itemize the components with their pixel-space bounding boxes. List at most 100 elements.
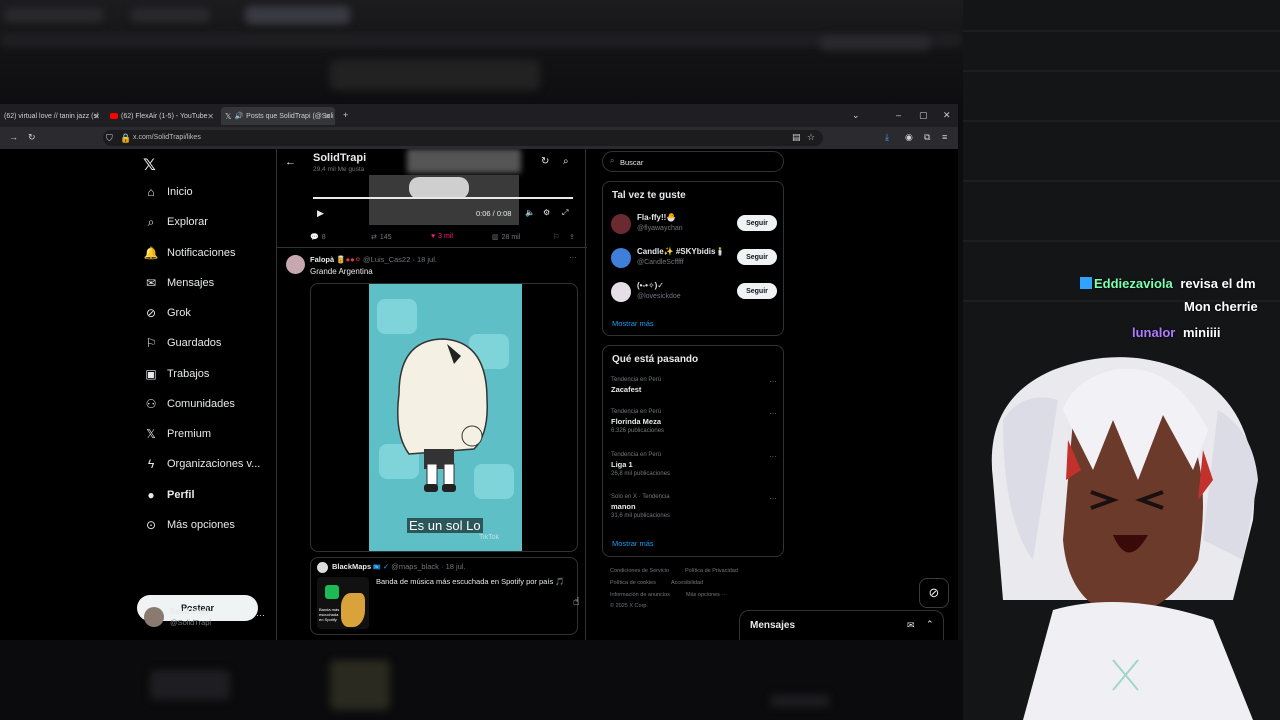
- chat-message: Mon cherrie: [1184, 299, 1258, 314]
- x-logo-icon[interactable]: 𝕏: [143, 155, 156, 175]
- fullscreen-icon[interactable]: ⤢: [562, 208, 568, 218]
- video-time: 0:06 / 0:08: [476, 209, 512, 218]
- more-icon[interactable]: ···: [256, 610, 265, 620]
- follow-button[interactable]: Seguir: [737, 215, 777, 231]
- repost-button[interactable]: ⇄ 145: [371, 233, 392, 242]
- volume-icon[interactable]: 🔈: [525, 208, 535, 217]
- suggestion-row[interactable]: Fla-ffy!!🐣 @flyawaychan Seguir: [611, 212, 777, 238]
- post-header: Falopà 🥫●●⚪ @Luis_Cas22 · 18 jul.: [310, 255, 437, 264]
- footer-link[interactable]: Información de anuncios: [610, 592, 670, 598]
- close-icon[interactable]: ✕: [93, 112, 100, 121]
- url-input[interactable]: ⛉ 🔒 x.com/SolidTrapi/likes: [103, 130, 823, 146]
- sidebar-item-guardados[interactable]: ⚐ Guardados: [143, 333, 222, 353]
- suggestion-row[interactable]: (•-•✧)✓ @lovesickdoe Seguir: [611, 280, 777, 306]
- compose-message-icon[interactable]: ✉: [907, 620, 915, 631]
- post-author[interactable]: Falopà: [310, 255, 334, 264]
- footer-link[interactable]: Política de Privacidad: [685, 568, 738, 574]
- bookmark-button[interactable]: ⚐: [553, 233, 559, 241]
- back-arrow-icon[interactable]: ←: [285, 156, 296, 168]
- refresh-icon[interactable]: ↻: [541, 156, 549, 167]
- trend-item[interactable]: Tendencia en Perú Liga 1 26,8 mil public…: [611, 452, 777, 477]
- expand-up-icon[interactable]: ⌃: [926, 619, 934, 630]
- more-icon[interactable]: ···: [769, 377, 777, 386]
- reply-icon: 💬: [310, 234, 319, 241]
- avatar: [317, 562, 328, 573]
- account-icon[interactable]: ◉: [905, 133, 913, 142]
- footer-link[interactable]: Accesibilidad: [671, 580, 703, 586]
- sidebar-item-label: Grok: [167, 307, 191, 319]
- more-icon[interactable]: ···: [769, 452, 777, 461]
- show-more-link[interactable]: Mostrar más: [612, 319, 654, 328]
- views-button[interactable]: ▥ 28 mil: [492, 233, 520, 242]
- play-icon[interactable]: ▶: [317, 208, 324, 219]
- footer-link[interactable]: Más opciones ···: [686, 592, 727, 598]
- grok-floating-button[interactable]: ⊘: [919, 578, 949, 608]
- reader-icon[interactable]: ▤: [792, 133, 801, 142]
- sidebar-item-mas-opciones[interactable]: ⊙ Más opciones: [143, 515, 235, 535]
- show-more-link[interactable]: Mostrar más: [612, 539, 654, 548]
- sidebar-item-notificaciones[interactable]: 🔔 Notificaciones: [143, 243, 236, 263]
- search-icon[interactable]: ⌕: [563, 156, 569, 167]
- sidebar-item-grok[interactable]: ⊘ Grok: [143, 303, 191, 323]
- settings-gear-icon[interactable]: ⚙: [543, 208, 550, 217]
- chat-line: Mon cherrie: [1184, 299, 1258, 314]
- tab-youtube-2[interactable]: (62) FlexAir (1-5) - YouTube ✕: [106, 107, 218, 125]
- sidebar-item-premium[interactable]: 𝕏 Premium: [143, 424, 211, 444]
- card-title: Tal vez te guste: [612, 190, 686, 201]
- spotify-icon: [325, 585, 339, 599]
- sidebar-item-explorar[interactable]: ⌕ Explorar: [143, 212, 208, 232]
- more-icon[interactable]: ···: [769, 409, 777, 418]
- sidebar-item-label: Perfil: [167, 489, 195, 501]
- video-progress-bar[interactable]: [313, 197, 573, 199]
- suggestion-handle: @lovesickdoe: [637, 293, 681, 300]
- minimize-icon[interactable]: –: [896, 111, 901, 120]
- footer-link[interactable]: Política de cookies: [610, 580, 656, 586]
- home-icon: ⌂: [147, 185, 155, 199]
- post-date[interactable]: 18 jul.: [417, 255, 437, 264]
- download-icon[interactable]: ⤓: [885, 133, 889, 142]
- close-window-icon[interactable]: ✕: [943, 111, 951, 120]
- extensions-icon[interactable]: ⧉: [924, 133, 930, 142]
- follow-button[interactable]: Seguir: [737, 249, 777, 265]
- trend-title: Liga 1: [611, 460, 633, 469]
- account-switcher[interactable]: SolidTrapi @SolidTrapi ···: [144, 605, 268, 631]
- tab-youtube-1[interactable]: (62) virtual love // tanin jazz (sl ✕: [0, 107, 104, 125]
- tab-x-active[interactable]: 𝕏 🔊 Posts que SolidTrapi (@Soli ✕: [221, 107, 335, 125]
- reload-icon[interactable]: ↻: [28, 133, 36, 142]
- sidebar-item-label: Premium: [167, 428, 212, 440]
- trend-item[interactable]: Solo en X · Tendencia manon 31,6 mil pub…: [611, 494, 777, 519]
- chat-username: Eddiezaviola: [1094, 276, 1173, 291]
- trend-item[interactable]: Tendencia en Perú Florinda Meza 6.326 pu…: [611, 409, 777, 434]
- sidebar-item-comunidades[interactable]: ⚇ Comunidades: [143, 394, 235, 414]
- menu-icon[interactable]: ≡: [942, 133, 947, 142]
- share-button[interactable]: ⇪: [569, 233, 575, 241]
- close-icon[interactable]: ✕: [207, 112, 214, 121]
- messages-drawer[interactable]: Mensajes ✉ ⌃: [739, 610, 944, 640]
- trend-count: 6.326 publicaciones: [611, 428, 665, 434]
- more-icon[interactable]: ···: [769, 494, 777, 503]
- sidebar-item-mensajes[interactable]: ✉ Mensajes: [143, 273, 214, 293]
- suggestion-row[interactable]: Candle✨ #SKYbidis🕯️ @CandleScfffff Segui…: [611, 246, 777, 272]
- avatar[interactable]: [286, 255, 305, 274]
- forward-icon[interactable]: →: [9, 133, 18, 142]
- post-handle[interactable]: @Luis_Cas22: [363, 255, 410, 264]
- search-input[interactable]: ⌕ Buscar: [602, 151, 784, 172]
- sidebar-item-trabajos[interactable]: ▣ Trabajos: [143, 364, 209, 384]
- close-icon[interactable]: ✕: [324, 112, 331, 121]
- maximize-icon[interactable]: ▢: [919, 111, 928, 120]
- more-icon[interactable]: ···: [569, 253, 577, 262]
- thumbnail-caption: Banda más escuchada en Spotify: [319, 607, 340, 622]
- post-video[interactable]: Es un sol Lo TikTok: [310, 283, 578, 552]
- sidebar-item-perfil[interactable]: ● Perfil: [143, 485, 195, 505]
- follow-button[interactable]: Seguir: [737, 283, 777, 299]
- new-tab-icon[interactable]: +: [343, 111, 348, 120]
- sidebar-item-inicio[interactable]: ⌂ Inicio: [143, 182, 192, 202]
- bookmark-star-icon[interactable]: ☆: [807, 133, 815, 142]
- like-button[interactable]: ♥ 3 mil: [431, 233, 453, 240]
- chevron-down-icon[interactable]: ⌄: [852, 111, 860, 120]
- trend-item[interactable]: Tendencia en Perú Zacafest ···: [611, 377, 777, 394]
- sidebar-item-organizaciones[interactable]: ϟ Organizaciones v...: [143, 454, 261, 474]
- quote-post[interactable]: BlackMaps 🇺🇳 ✓ @maps_black · 18 jul. Ban…: [310, 557, 578, 635]
- reply-button[interactable]: 💬 8: [310, 233, 326, 242]
- footer-link[interactable]: Condiciones de Servicio: [610, 568, 669, 574]
